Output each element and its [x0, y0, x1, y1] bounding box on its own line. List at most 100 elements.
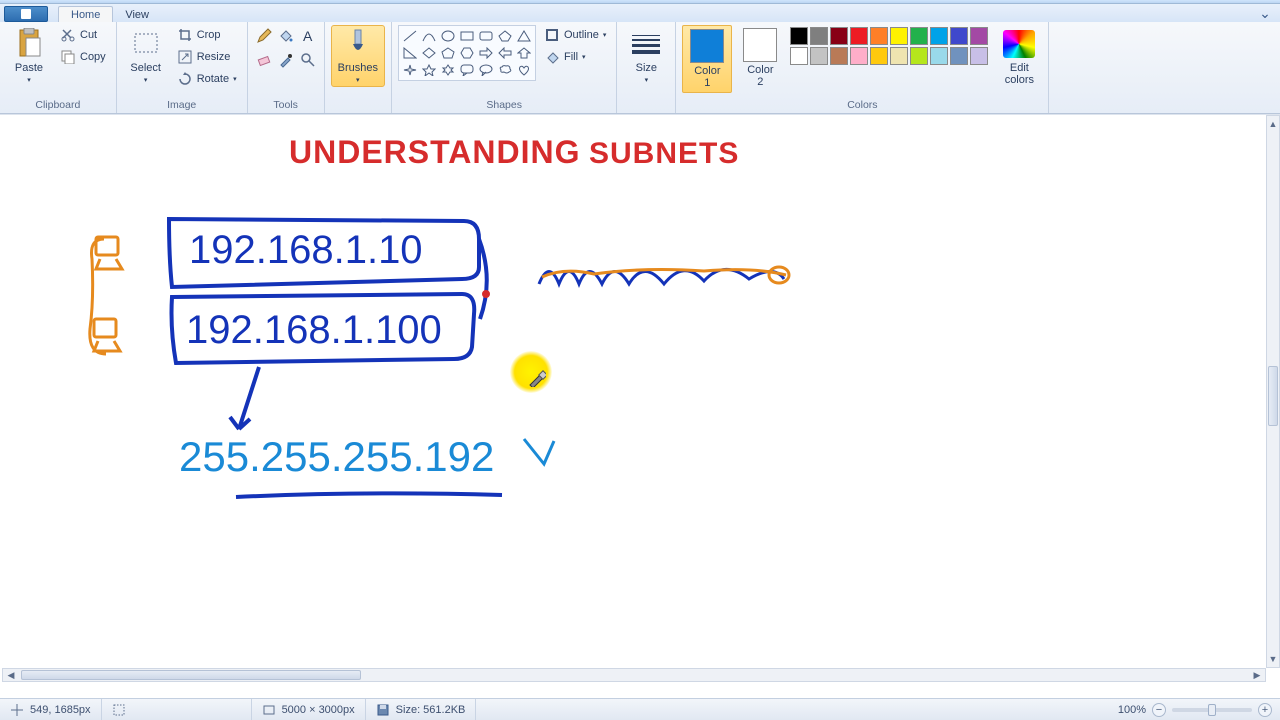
- color-swatch[interactable]: [850, 27, 868, 45]
- shape-outline-button[interactable]: Outline ▾: [540, 25, 610, 45]
- shape-diamond[interactable]: [420, 45, 438, 61]
- color-swatch[interactable]: [930, 47, 948, 65]
- color-swatch[interactable]: [850, 47, 868, 65]
- select-label: Select: [130, 62, 161, 74]
- shape-callout-cloud[interactable]: [496, 62, 514, 78]
- canvas[interactable]: UNDERSTANDING SUBNETS 192.168.1.10 192.1…: [4, 119, 1266, 668]
- scroll-thumb[interactable]: [21, 670, 361, 680]
- shape-triangle[interactable]: [515, 28, 533, 44]
- color-swatch[interactable]: [910, 27, 928, 45]
- shape-hexagon[interactable]: [458, 45, 476, 61]
- svg-text:SUBNETS: SUBNETS: [589, 137, 739, 170]
- brushes-button[interactable]: Brushes ▾: [331, 25, 385, 87]
- color-swatch[interactable]: [970, 27, 988, 45]
- color-swatch[interactable]: [950, 47, 968, 65]
- zoom-out-button[interactable]: −: [1152, 703, 1166, 717]
- size-button[interactable]: Size ▾: [623, 25, 669, 87]
- color2-button[interactable]: Color 2: [738, 25, 782, 91]
- zoom-in-button[interactable]: +: [1258, 703, 1272, 717]
- rotate-icon: [177, 71, 193, 87]
- zoom-slider[interactable]: [1172, 708, 1252, 712]
- color1-button[interactable]: Color 1: [682, 25, 732, 93]
- minimize-ribbon-icon[interactable]: ⌄: [1256, 8, 1274, 22]
- eraser-tool[interactable]: [254, 49, 274, 71]
- scroll-right-icon[interactable]: ▶: [1249, 669, 1265, 681]
- scroll-thumb[interactable]: [1268, 366, 1278, 426]
- outline-label: Outline: [564, 29, 599, 41]
- shape-arrow-up[interactable]: [515, 45, 533, 61]
- color-swatch[interactable]: [830, 47, 848, 65]
- resize-icon: [177, 49, 193, 65]
- color-swatch[interactable]: [930, 27, 948, 45]
- svg-text:192.168.1.10: 192.168.1.10: [189, 228, 423, 272]
- cut-button[interactable]: Cut: [56, 25, 110, 45]
- color-swatch[interactable]: [890, 47, 908, 65]
- edit-colors-button[interactable]: Edit colors: [996, 25, 1042, 89]
- quick-access-toolbar[interactable]: [4, 6, 48, 22]
- color-swatch[interactable]: [810, 27, 828, 45]
- color-swatch[interactable]: [910, 47, 928, 65]
- svg-text:255.255.255.192: 255.255.255.192: [179, 433, 494, 480]
- shape-arrow-left[interactable]: [496, 45, 514, 61]
- color-swatch[interactable]: [830, 27, 848, 45]
- rotate-button[interactable]: Rotate ▾: [173, 69, 241, 89]
- resize-button[interactable]: Resize: [173, 47, 241, 67]
- disk-icon: [376, 703, 390, 717]
- group-label-brushes: [331, 98, 385, 112]
- text-tool[interactable]: A: [298, 25, 318, 47]
- vertical-scrollbar[interactable]: ▲ ▼: [1266, 115, 1280, 668]
- shape-rect[interactable]: [458, 28, 476, 44]
- select-button[interactable]: Select ▾: [123, 25, 169, 87]
- tab-view[interactable]: View: [113, 7, 161, 22]
- pencil-tool[interactable]: [254, 25, 274, 47]
- canvas-workspace[interactable]: UNDERSTANDING SUBNETS 192.168.1.10 192.1…: [0, 114, 1280, 698]
- shape-callout-oval[interactable]: [477, 62, 495, 78]
- scroll-up-icon[interactable]: ▲: [1267, 116, 1279, 132]
- color-swatch[interactable]: [810, 47, 828, 65]
- copy-button[interactable]: Copy: [56, 47, 110, 67]
- group-label-colors: Colors: [682, 98, 1042, 112]
- magnifier-tool[interactable]: [298, 49, 318, 71]
- crop-button[interactable]: Crop: [173, 25, 241, 45]
- color-swatch[interactable]: [870, 47, 888, 65]
- shape-arrow-right[interactable]: [477, 45, 495, 61]
- shape-callout-rounded[interactable]: [458, 62, 476, 78]
- fill-tool[interactable]: [276, 25, 296, 47]
- outline-icon: [544, 27, 560, 43]
- horizontal-scrollbar[interactable]: ◀ ▶: [2, 668, 1266, 682]
- svg-text:A: A: [303, 28, 313, 44]
- dropdown-arrow-icon: ▾: [233, 75, 237, 83]
- shape-pentagon[interactable]: [439, 45, 457, 61]
- color-swatch[interactable]: [970, 47, 988, 65]
- shape-heart[interactable]: [515, 62, 533, 78]
- group-image: Select ▾ Crop Resize Rotate ▾ Image: [117, 22, 248, 113]
- rotate-label: Rotate: [197, 73, 229, 85]
- color-swatch[interactable]: [890, 27, 908, 45]
- color-swatch[interactable]: [870, 27, 888, 45]
- shape-star4[interactable]: [401, 62, 419, 78]
- shape-right-triangle[interactable]: [401, 45, 419, 61]
- paste-button[interactable]: Paste ▾: [6, 25, 52, 87]
- shape-star6[interactable]: [439, 62, 457, 78]
- fill-label: Fill: [564, 51, 578, 63]
- tab-home[interactable]: Home: [58, 6, 113, 22]
- scroll-left-icon[interactable]: ◀: [3, 669, 19, 681]
- shape-line[interactable]: [401, 28, 419, 44]
- color-swatch[interactable]: [950, 27, 968, 45]
- zoom-slider-thumb[interactable]: [1208, 704, 1216, 716]
- shape-rounded-rect[interactable]: [477, 28, 495, 44]
- cursor-pos-value: 549, 1685px: [30, 704, 91, 716]
- shape-oval[interactable]: [439, 28, 457, 44]
- color-swatch[interactable]: [790, 27, 808, 45]
- dropdown-arrow-icon: ▾: [645, 76, 649, 84]
- shapes-gallery[interactable]: [398, 25, 536, 81]
- shape-star5[interactable]: [420, 62, 438, 78]
- shape-fill-button[interactable]: Fill ▾: [540, 47, 610, 67]
- color-swatch[interactable]: [790, 47, 808, 65]
- shape-curve[interactable]: [420, 28, 438, 44]
- scroll-down-icon[interactable]: ▼: [1267, 651, 1279, 667]
- group-label-shapes: Shapes: [398, 98, 610, 112]
- color-picker-tool[interactable]: [276, 49, 296, 71]
- shape-polygon[interactable]: [496, 28, 514, 44]
- edit-colors-label: Edit colors: [1005, 62, 1034, 86]
